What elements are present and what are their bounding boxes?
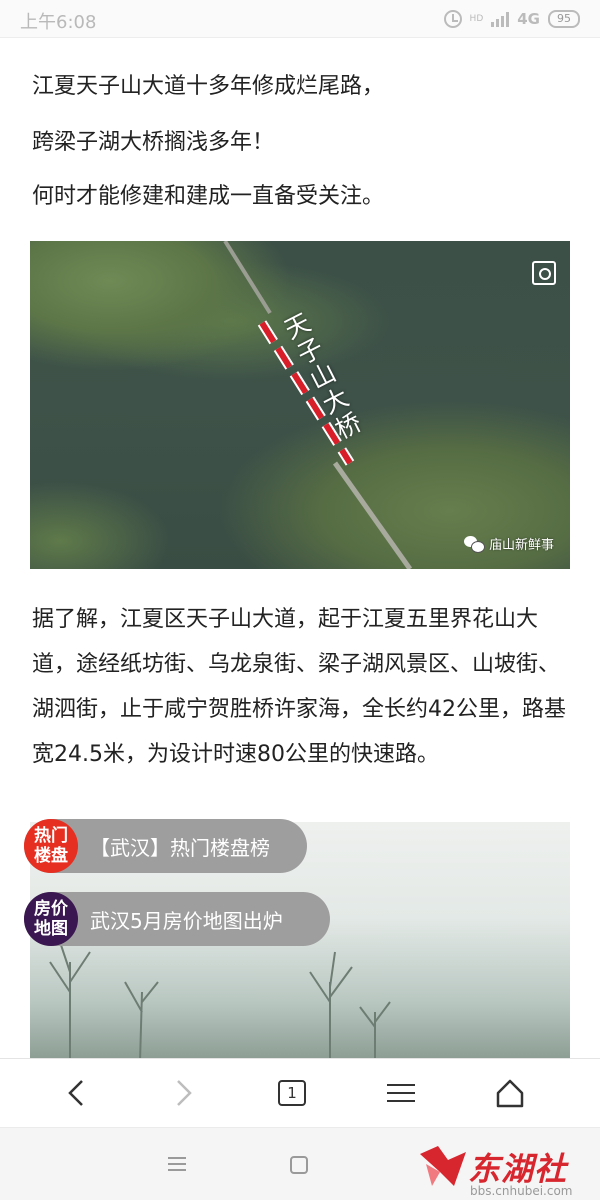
back-button[interactable] bbox=[52, 1069, 100, 1117]
recent-apps-button[interactable] bbox=[168, 1157, 186, 1175]
bridge-overlay bbox=[223, 241, 413, 569]
wechat-icon bbox=[463, 535, 485, 553]
watermark-text: 庙山新鲜事 bbox=[488, 538, 554, 553]
headline-line-3: 何时才能修建和建成一直备受关注。 bbox=[32, 184, 385, 209]
back-icon bbox=[68, 1080, 83, 1106]
status-icons: HD 4G 95 bbox=[443, 8, 580, 30]
road-line bbox=[332, 461, 413, 569]
aerial-map-image[interactable]: 天子山大桥 庙山新鲜事 bbox=[30, 241, 570, 569]
status-bar: 上午6:08 HD 4G 95 bbox=[0, 0, 600, 38]
forward-button[interactable] bbox=[160, 1069, 208, 1117]
system-nav-bar: 东湖社区 bbs.cnhubei.com bbox=[0, 1127, 600, 1200]
menu-button[interactable] bbox=[377, 1069, 425, 1117]
menu-icon bbox=[387, 1078, 415, 1108]
promo-label: 【武汉】热门楼盘榜 bbox=[90, 835, 270, 860]
hd-indicator: HD bbox=[469, 13, 484, 24]
status-time: 上午6:08 bbox=[20, 12, 97, 33]
signal-icon bbox=[491, 11, 510, 27]
network-type: 4G bbox=[517, 10, 540, 28]
tree bbox=[49, 941, 91, 1062]
logo-mark-icon bbox=[420, 1146, 466, 1186]
price-map-icon: 房价地图 bbox=[24, 892, 78, 946]
headline-line-1: 江夏天子山大道十多年修成烂尾路， bbox=[32, 74, 385, 99]
image-watermark: 庙山新鲜事 bbox=[463, 534, 554, 553]
home-icon bbox=[496, 1079, 524, 1108]
promo-label: 武汉5月房价地图出炉 bbox=[90, 908, 283, 933]
image-search-icon[interactable] bbox=[532, 261, 556, 285]
home-button[interactable] bbox=[486, 1069, 534, 1117]
site-logo: 东湖社区 bbs.cnhubei.com bbox=[418, 1140, 598, 1200]
system-home-button[interactable] bbox=[290, 1156, 308, 1174]
hot-properties-icon: 热门楼盘 bbox=[24, 819, 78, 873]
tree bbox=[124, 981, 159, 1062]
promo-hot-properties[interactable]: 热门楼盘 【武汉】热门楼盘榜 bbox=[24, 819, 307, 873]
tree bbox=[359, 1001, 391, 1062]
tabs-icon: 1 bbox=[278, 1080, 306, 1106]
promo-price-map[interactable]: 房价地图 武汉5月房价地图出炉 bbox=[24, 892, 330, 946]
alarm-icon bbox=[443, 10, 462, 28]
browser-toolbar: 1 bbox=[0, 1058, 600, 1126]
battery-icon: 95 bbox=[548, 10, 580, 28]
road-line bbox=[223, 241, 272, 315]
logo-url: bbs.cnhubei.com bbox=[470, 1184, 573, 1198]
headline-line-2: 跨梁子湖大桥搁浅多年！ bbox=[32, 130, 275, 155]
tabs-button[interactable]: 1 bbox=[268, 1069, 316, 1117]
article-paragraph: 据了解，江夏区天子山大道，起于江夏五里界花山大道，途经纸坊街、乌龙泉街、梁子湖风… bbox=[32, 607, 566, 767]
tree bbox=[309, 951, 353, 1062]
forward-icon bbox=[177, 1080, 192, 1106]
